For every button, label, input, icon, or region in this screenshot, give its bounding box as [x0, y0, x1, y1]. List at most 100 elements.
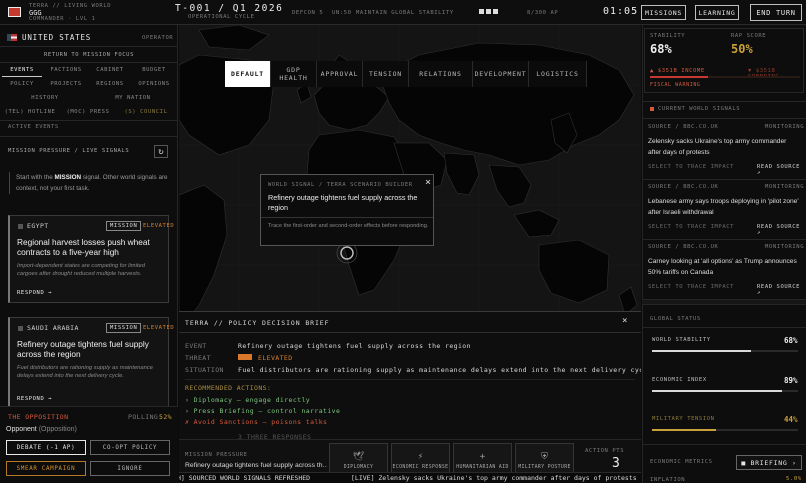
- military-tension-bar: [652, 429, 716, 431]
- tab-logistics[interactable]: LOGISTICS: [529, 61, 587, 87]
- threat-swatch: [238, 354, 252, 360]
- directive-label: MAINTAIN GLOBAL STABILITY: [356, 10, 454, 16]
- defcon-label: DEFCON 5: [292, 10, 324, 16]
- nav-my-nation[interactable]: MY NATION: [98, 95, 168, 101]
- signal-text: Zelensky sacks Ukraine's top army comman…: [648, 138, 787, 156]
- opposition-title: THE OPPOSITION: [8, 413, 69, 421]
- stability-value: 68%: [650, 42, 672, 56]
- world-stability-value: 68%: [784, 336, 798, 345]
- threat-value: ELEVATED: [258, 354, 293, 362]
- close-icon[interactable]: ×: [425, 177, 431, 188]
- shield-icon: ⛨: [541, 452, 548, 462]
- nav-press[interactable]: (MOC) PRESS: [60, 109, 116, 115]
- policy-brief: TERRA // POLICY DECISION BRIEF × EVENT R…: [179, 311, 641, 483]
- world-map[interactable]: DEFAULT GDP HEALTH APPROVAL TENSION RELA…: [179, 25, 641, 483]
- tab-gdp-health[interactable]: GDP HEALTH: [271, 61, 317, 87]
- signal-item[interactable]: SOURCE / BBC.CO.UK MONITORING Lebanese a…: [648, 182, 804, 237]
- respond-link[interactable]: RESPOND →: [17, 396, 52, 402]
- event-card-egypt[interactable]: EGYPT MISSION ELEVATED Regional harvest …: [8, 215, 174, 303]
- mission-pressure-title: MISSION PRESSURE / LIVE SIGNALS: [8, 148, 130, 154]
- tab-approval[interactable]: APPROVAL: [317, 61, 363, 87]
- option-diplomacy[interactable]: 🕊 DIPLOMACY: [329, 443, 388, 475]
- refresh-icon[interactable]: ↻: [154, 145, 168, 158]
- return-mission-link[interactable]: RETURN TO MISSION FOCUS: [0, 52, 178, 58]
- read-source-link[interactable]: READ SOURCE ↗: [757, 284, 802, 296]
- brief-header: TERRA // POLICY DECISION BRIEF: [185, 319, 330, 327]
- nav-history[interactable]: HISTORY: [10, 95, 80, 101]
- action-pts-label: ACTION PTS: [585, 448, 625, 454]
- debate-button[interactable]: DEBATE (-1 AP): [6, 440, 86, 455]
- nav-opinions[interactable]: OPINIONS: [134, 81, 174, 87]
- signal-popup: WORLD SIGNAL / TERRA SCENARIO BUILDER × …: [260, 174, 434, 246]
- option-military-posture[interactable]: ⛨ MILITARY POSTURE: [515, 443, 574, 475]
- polling-value: 52%: [159, 413, 172, 421]
- nav-factions[interactable]: FACTIONS: [46, 67, 86, 73]
- option-humanitarian-aid[interactable]: + HUMANITARIAN AID: [453, 443, 512, 475]
- nav-cabinet[interactable]: CABINET: [90, 67, 130, 73]
- approval-value: 50%: [731, 42, 753, 56]
- fiscal-bar-fill: [650, 76, 708, 78]
- mission-pressure-value: Refinery outage tightens fuel supply acr…: [185, 462, 327, 469]
- country-name: UNITED STATES: [22, 33, 92, 42]
- fiscal-warning: FISCAL WARNING: [650, 82, 701, 88]
- nav-projects[interactable]: PROJECTS: [46, 81, 86, 87]
- signal-item[interactable]: SOURCE / BBC.CO.UK MONITORING Zelensky s…: [648, 122, 804, 177]
- mission-badge: MISSION: [106, 323, 142, 333]
- signal-item[interactable]: SOURCE / BBC.CO.UK MONITORING Carney loo…: [648, 242, 804, 297]
- card-title: Regional harvest losses push wheat contr…: [17, 237, 150, 257]
- co-opt-policy-button[interactable]: CO-OPT POLICY: [90, 440, 170, 455]
- nav-regions[interactable]: REGIONS: [90, 81, 130, 87]
- top-bar: TERRA // LIVING WORLD GGG COMMANDER · LV…: [0, 0, 806, 25]
- nav-events[interactable]: EVENTS: [2, 67, 42, 77]
- threat-label: THREAT: [185, 354, 211, 362]
- popup-body: Trace the first-order and second-order e…: [268, 223, 429, 229]
- ignore-button[interactable]: IGNORE: [90, 461, 170, 476]
- status-badge: ELEVATED: [143, 325, 175, 331]
- smear-campaign-button[interactable]: SMEAR CAMPAIGN: [6, 461, 86, 476]
- mission-badge: MISSION: [106, 221, 142, 231]
- signals-title: CURRENT WORLD SIGNALS: [658, 106, 741, 112]
- opponent-name: Opponent (Opposition): [6, 426, 77, 433]
- us-flag-icon: [7, 34, 17, 41]
- world-stability-label: WORLD STABILITY: [652, 337, 711, 343]
- missions-button[interactable]: MISSIONS: [641, 5, 686, 20]
- signals-dot-icon: [650, 107, 654, 111]
- economic-index-value: 89%: [784, 376, 798, 385]
- tab-development[interactable]: DEVELOPMENT: [473, 61, 529, 87]
- nav-council[interactable]: (S) COUNCIL: [118, 109, 174, 115]
- left-panel: UNITED STATES OPERATOR RETURN TO MISSION…: [0, 25, 178, 483]
- mission-pressure-label: MISSION PRESSURE: [185, 452, 248, 458]
- situation-value: Fuel distributors are rationing supply a…: [238, 366, 641, 374]
- close-icon[interactable]: ×: [622, 316, 627, 326]
- military-tension-label: MILITARY TENSION: [652, 416, 715, 422]
- event-value: Refinery outage tightens fuel supply acr…: [238, 342, 471, 350]
- cycle-label: OPERATIONAL CYCLE: [188, 14, 255, 20]
- action-diplomacy: › Diplomacy — engage directly: [185, 396, 311, 404]
- briefing-button[interactable]: ■ BRIEFING ›: [736, 455, 802, 470]
- stability-label: STABILITY: [650, 33, 686, 39]
- option-economic-response[interactable]: ⚡ ECONOMIC RESPONSE: [391, 443, 450, 475]
- learning-button[interactable]: LEARNING: [695, 5, 739, 20]
- event-card-saudi[interactable]: SAUDI ARABIA MISSION ELEVATED Refinery o…: [8, 317, 174, 409]
- plus-icon: +: [479, 452, 486, 462]
- inflation-label: INFLATION: [650, 477, 686, 483]
- action-pts-value: 3: [612, 456, 620, 471]
- inflation-value: 5.0%: [786, 476, 802, 482]
- nav-hotline[interactable]: (TEL) HOTLINE: [2, 109, 58, 115]
- nav-policy[interactable]: POLICY: [2, 81, 42, 87]
- nav-budget[interactable]: BUDGET: [134, 67, 174, 73]
- end-turn-button[interactable]: END TURN: [750, 4, 802, 21]
- clock: 01:05: [603, 6, 639, 17]
- actions-label: RECOMMENDED ACTIONS:: [185, 384, 272, 392]
- tab-tension[interactable]: TENSION: [363, 61, 409, 87]
- respond-link[interactable]: RESPOND →: [17, 290, 52, 296]
- read-source-link[interactable]: READ SOURCE ↗: [757, 224, 802, 236]
- event-label: EVENT: [185, 342, 207, 350]
- player-role: COMMANDER · LVL 1: [29, 16, 96, 22]
- read-source-link[interactable]: READ SOURCE ↗: [757, 164, 802, 176]
- tab-default[interactable]: DEFAULT: [225, 61, 271, 87]
- flag-icon: [8, 7, 21, 17]
- tab-relations[interactable]: RELATIONS: [409, 61, 473, 87]
- mission-intro: Start with the MISSION signal. Other wor…: [9, 172, 171, 194]
- military-tension-value: 44%: [784, 415, 798, 424]
